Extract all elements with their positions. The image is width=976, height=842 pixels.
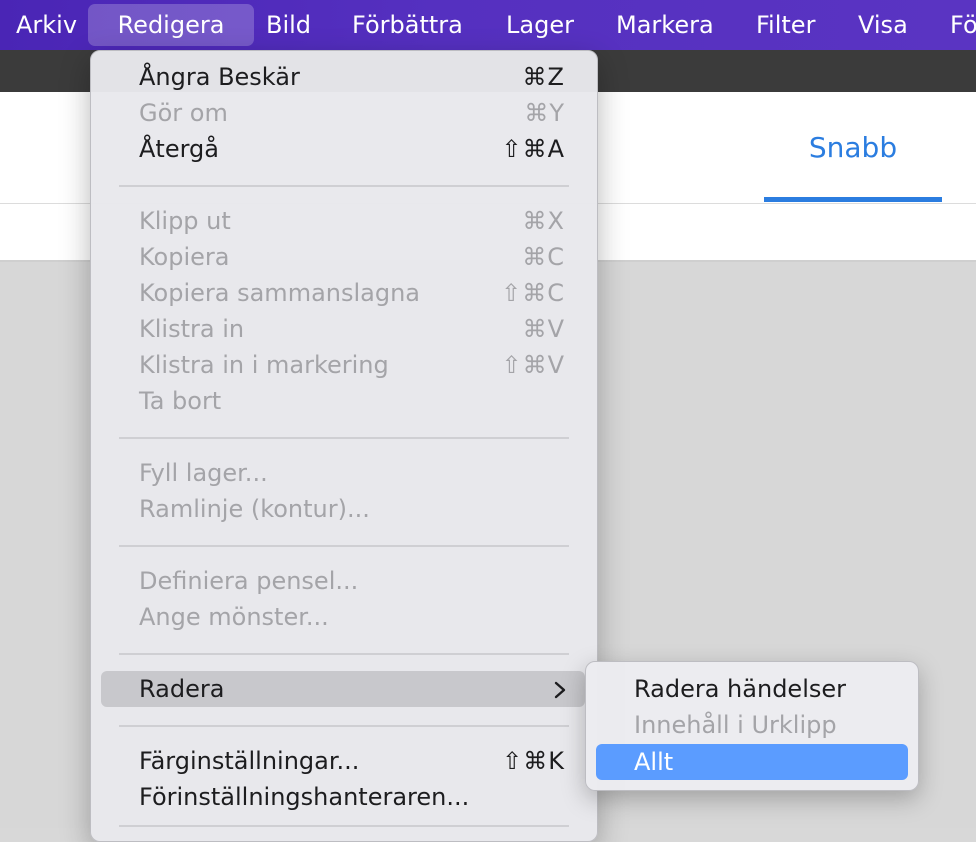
- tab-snabb[interactable]: Snabb: [764, 120, 942, 176]
- menu-item-label: Gör om: [139, 99, 228, 127]
- menu-item-preset-manager[interactable]: Förinställningshanteraren...: [101, 779, 585, 815]
- menu-item-label: Innehåll i Urklipp: [634, 711, 837, 739]
- menu-item-label: Klipp ut: [139, 207, 231, 235]
- menu-filter[interactable]: Filter: [756, 4, 815, 46]
- menu-separator: [119, 725, 569, 727]
- submenu-item-radera-handelser[interactable]: Radera händelser: [596, 671, 908, 707]
- menu-item-label: Ta bort: [139, 387, 222, 415]
- menu-item-label: Återgå: [139, 135, 219, 163]
- menu-item-redo: Gör om ⌘Y: [101, 95, 585, 131]
- menu-item-label: Kopiera: [139, 243, 230, 271]
- menu-arkiv[interactable]: Arkiv: [16, 4, 77, 46]
- menu-item-label: Ramlinje (kontur)...: [139, 495, 370, 523]
- menu-separator: [119, 653, 569, 655]
- menu-item-label: Klistra in: [139, 315, 245, 343]
- submenu-item-allt[interactable]: Allt: [596, 744, 908, 780]
- menu-bild[interactable]: Bild: [266, 4, 311, 46]
- shortcut-label: ⌘Y: [524, 99, 565, 127]
- shortcut-label: ⇧⌘A: [501, 135, 565, 163]
- menu-item-paste: Klistra in ⌘V: [101, 311, 585, 347]
- menu-separator: [119, 437, 569, 439]
- menu-item-stroke: Ramlinje (kontur)...: [101, 491, 585, 527]
- chevron-right-icon: [553, 671, 567, 707]
- menu-item-label: Klistra in i markering: [139, 351, 389, 379]
- menu-item-label: Färginställningar...: [139, 747, 360, 775]
- edit-menu: Ångra Beskär ⌘Z Gör om ⌘Y Återgå ⇧⌘A Kli…: [90, 50, 598, 842]
- menu-item-fill-layer: Fyll lager...: [101, 455, 585, 491]
- menu-item-define-pattern: Ange mönster...: [101, 599, 585, 635]
- menu-item-label: Ange mönster...: [139, 603, 329, 631]
- shortcut-label: ⇧⌘K: [502, 747, 565, 775]
- menu-forbattra[interactable]: Förbättra: [352, 4, 463, 46]
- shortcut-label: ⌘V: [522, 315, 565, 343]
- menu-item-color-settings[interactable]: Färginställningar... ⇧⌘K: [101, 743, 585, 779]
- menu-fonster[interactable]: Fö: [950, 4, 976, 46]
- menu-separator: [119, 545, 569, 547]
- submenu-item-clipboard-contents: Innehåll i Urklipp: [596, 707, 908, 743]
- menu-lager[interactable]: Lager: [506, 4, 574, 46]
- shortcut-label: ⇧⌘V: [501, 351, 565, 379]
- menu-redigera[interactable]: Redigera: [88, 4, 254, 46]
- shortcut-label: ⌘C: [522, 243, 565, 271]
- menu-item-label: Definiera pensel...: [139, 567, 359, 595]
- menu-item-label: Radera: [139, 675, 225, 703]
- tab-snabb-underline: [764, 197, 942, 202]
- menu-item-label: Fyll lager...: [139, 459, 268, 487]
- shortcut-label: ⌘X: [522, 207, 565, 235]
- menu-item-label: Förinställningshanteraren...: [139, 783, 470, 811]
- menu-item-copy: Kopiera ⌘C: [101, 239, 585, 275]
- menu-item-label: Radera händelser: [634, 675, 846, 703]
- menu-item-revert[interactable]: Återgå ⇧⌘A: [101, 131, 585, 167]
- menu-item-delete: Ta bort: [101, 383, 585, 419]
- menu-separator: [119, 185, 569, 187]
- menu-item-undo-crop[interactable]: Ångra Beskär ⌘Z: [101, 59, 585, 95]
- menu-item-cut: Klipp ut ⌘X: [101, 203, 585, 239]
- menu-item-label: Kopiera sammanslagna: [139, 279, 421, 307]
- menu-separator: [119, 825, 569, 827]
- menu-bar: Arkiv Redigera Bild Förbättra Lager Mark…: [0, 0, 976, 50]
- radera-submenu: Radera händelser Innehåll i Urklipp Allt: [585, 661, 919, 791]
- menu-item-paste-into-selection: Klistra in i markering ⇧⌘V: [101, 347, 585, 383]
- shortcut-label: ⌘Z: [522, 63, 565, 91]
- menu-item-radera[interactable]: Radera: [101, 671, 585, 707]
- menu-visa[interactable]: Visa: [858, 4, 908, 46]
- shortcut-label: ⇧⌘C: [501, 279, 565, 307]
- menu-item-label: Allt: [634, 748, 674, 776]
- menu-markera[interactable]: Markera: [616, 4, 714, 46]
- menu-item-label: Ångra Beskär: [139, 63, 300, 91]
- menu-item-define-brush: Definiera pensel...: [101, 563, 585, 599]
- menu-item-copy-merged: Kopiera sammanslagna ⇧⌘C: [101, 275, 585, 311]
